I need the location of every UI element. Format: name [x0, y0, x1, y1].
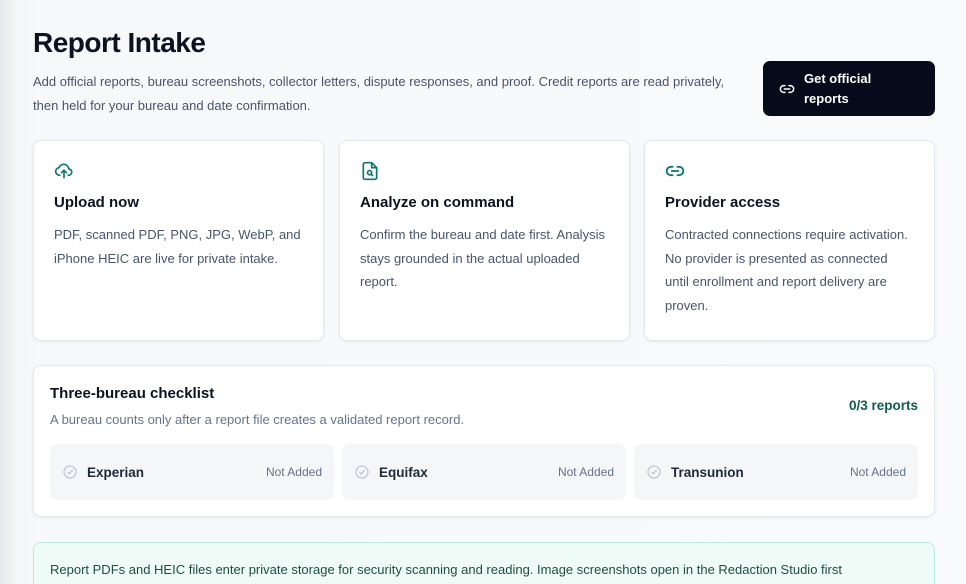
- bureau-experian[interactable]: Experian Not Added: [50, 444, 334, 500]
- card-title: Analyze on command: [360, 194, 515, 211]
- bureau-status: Not Added: [557, 465, 614, 479]
- check-circle-icon: [63, 465, 77, 479]
- card-body: PDF, scanned PDF, PNG, JPG, WebP, and iP…: [54, 227, 301, 266]
- document-search-icon: [360, 161, 609, 183]
- link-icon: [665, 161, 914, 183]
- storage-notice: Report PDFs and HEIC files enter private…: [33, 542, 935, 584]
- bureau-name: Equifax: [379, 464, 428, 480]
- three-bureau-checklist: Three-bureau checklist A bureau counts o…: [33, 365, 935, 517]
- link-icon: [779, 84, 795, 93]
- card-body: Contracted connections require activatio…: [665, 227, 908, 313]
- bureau-status: Not Added: [265, 465, 322, 479]
- report-count: 0/3 reports: [848, 398, 918, 413]
- check-circle-icon: [647, 465, 661, 479]
- get-official-reports-button[interactable]: Get official reports: [763, 61, 935, 116]
- bureau-name: Transunion: [671, 464, 744, 480]
- page-subtitle: Add official reports, bureau screenshots…: [33, 74, 725, 113]
- bureau-status: Not Added: [849, 465, 906, 479]
- checklist-description: A bureau counts only after a report file…: [50, 412, 465, 427]
- upload-now-card: Upload now PDF, scanned PDF, PNG, JPG, W…: [33, 140, 324, 341]
- bureau-equifax[interactable]: Equifax Not Added: [342, 444, 626, 500]
- bureau-transunion[interactable]: Transunion Not Added: [634, 444, 918, 500]
- checklist-title: Three-bureau checklist: [50, 385, 215, 402]
- notice-text: Report PDFs and HEIC files enter private…: [50, 562, 842, 577]
- card-body: Confirm the bureau and date first. Analy…: [360, 227, 605, 289]
- page-title: Report Intake: [33, 27, 206, 58]
- check-circle-icon: [355, 465, 369, 479]
- card-title: Provider access: [665, 194, 781, 211]
- card-title: Upload now: [54, 194, 139, 211]
- cta-label: Get official reports: [804, 70, 872, 106]
- bureau-name: Experian: [87, 464, 145, 480]
- provider-access-card: Provider access Contracted connections r…: [644, 140, 935, 341]
- report-intake-page: Report Intake Add official reports, bure…: [0, 0, 966, 584]
- cloud-upload-icon: [54, 161, 303, 183]
- analyze-on-command-card: Analyze on command Confirm the bureau an…: [339, 140, 630, 341]
